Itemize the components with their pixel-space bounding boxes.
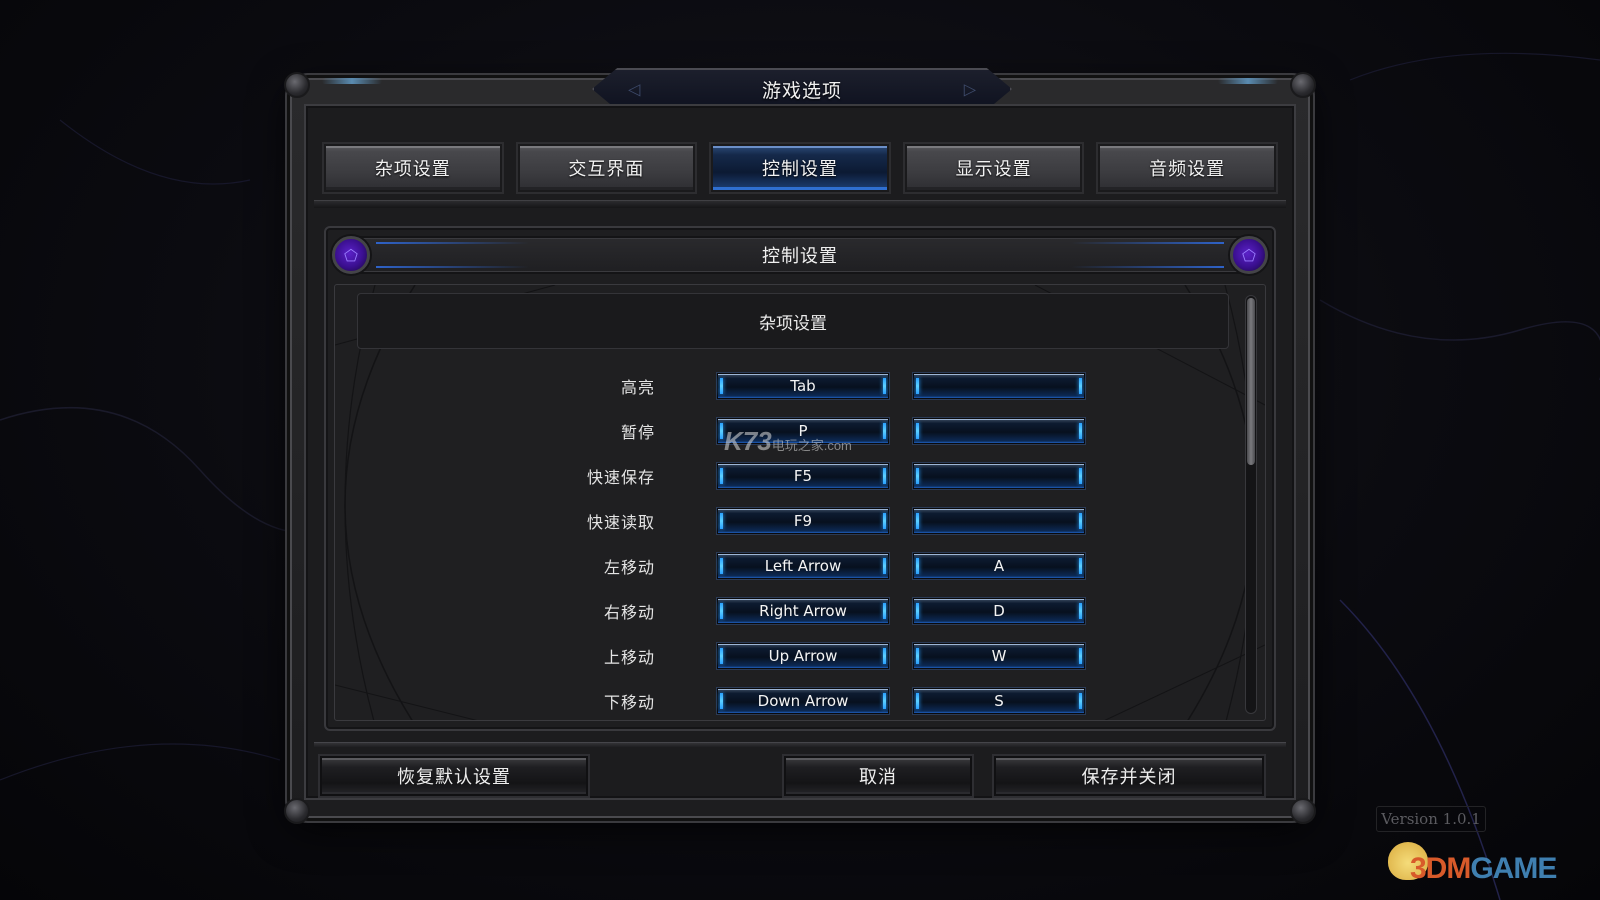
reset-defaults-button[interactable]: 恢复默认设置 (320, 756, 588, 796)
binding-row: 快速读取 F9 (335, 498, 1229, 543)
divider (314, 200, 1286, 208)
action-label: 下移动 (603, 692, 655, 712)
frame-corner-ornament (284, 798, 310, 824)
action-label: 快速读取 (586, 512, 655, 532)
options-dialog: ◁ 游戏选项 ▷ 杂项设置 交互界面 控制设置 显示设置 音频设置 ⬠ 控制设置… (284, 68, 1316, 824)
pentagon-orb-icon: ⬠ (1230, 236, 1268, 274)
secondary-key-button[interactable] (913, 372, 1085, 399)
action-label: 上移动 (603, 647, 655, 667)
3dm-text: 3DM (1410, 852, 1471, 885)
dialog-body: 杂项设置 交互界面 控制设置 显示设置 音频设置 ⬠ 控制设置 ⬠ 杂项设置 高… (304, 104, 1296, 800)
version-label: Version 1.0.1 (1376, 806, 1486, 832)
tab-display[interactable]: 显示设置 (904, 144, 1083, 192)
frame-accent (1218, 78, 1278, 84)
cancel-button[interactable]: 取消 (784, 756, 972, 796)
tab-misc[interactable]: 杂项设置 (324, 144, 502, 192)
group-header: 杂项设置 (357, 293, 1229, 349)
chevron-left-icon: ◁ (628, 79, 641, 99)
primary-key-button[interactable]: Right Arrow (717, 597, 889, 624)
3dm-watermark: 3DMGAME (1410, 852, 1557, 886)
secondary-key-button[interactable]: W (913, 642, 1085, 669)
frame-corner-ornament (1290, 72, 1316, 98)
binding-row: 左移动 Left Arrow A (335, 543, 1229, 588)
scroll-thumb[interactable] (1247, 298, 1255, 465)
save-and-close-button[interactable]: 保存并关闭 (994, 756, 1264, 796)
binding-row: 快速保存 F5 (335, 453, 1229, 498)
binding-row: 下移动 Down Arrow S (335, 678, 1229, 720)
primary-key-button[interactable]: Tab (717, 372, 889, 399)
scrollbar[interactable] (1245, 295, 1257, 714)
chevron-right-icon: ▷ (963, 79, 976, 99)
primary-key-button[interactable]: P (717, 417, 889, 444)
action-label: 左移动 (603, 557, 655, 577)
secondary-key-button[interactable]: D (913, 597, 1085, 624)
pentagon-orb-icon: ⬠ (332, 236, 370, 274)
frame-corner-ornament (284, 72, 310, 98)
secondary-key-button[interactable] (913, 507, 1085, 534)
primary-key-button[interactable]: Down Arrow (717, 687, 889, 714)
binding-row: 暂停 P (335, 408, 1229, 453)
game-text: GAME (1470, 852, 1557, 885)
controls-panel: ⬠ 控制设置 ⬠ 杂项设置 高亮 Tab 暂停 P 快速保存 F5 快速读取 F… (324, 226, 1276, 731)
primary-key-button[interactable]: Up Arrow (717, 642, 889, 669)
secondary-key-button[interactable]: S (913, 687, 1085, 714)
secondary-key-button[interactable]: A (913, 552, 1085, 579)
divider (314, 742, 1286, 748)
primary-key-button[interactable]: Left Arrow (717, 552, 889, 579)
primary-key-button[interactable]: F5 (717, 462, 889, 489)
tab-controls[interactable]: 控制设置 (711, 144, 889, 192)
secondary-key-button[interactable] (913, 417, 1085, 444)
binding-row: 上移动 Up Arrow W (335, 633, 1229, 678)
frame-accent (322, 78, 382, 84)
section-header: ⬠ 控制设置 ⬠ (332, 236, 1268, 274)
action-label: 右移动 (603, 602, 655, 622)
tab-audio[interactable]: 音频设置 (1098, 144, 1276, 192)
tab-interface[interactable]: 交互界面 (517, 144, 696, 192)
frame-corner-ornament (1290, 798, 1316, 824)
binding-row: 高亮 Tab (335, 363, 1229, 408)
dialog-title: 游戏选项 (761, 79, 842, 102)
tab-bar: 杂项设置 交互界面 控制设置 显示设置 音频设置 (324, 144, 1276, 194)
action-label: 暂停 (620, 422, 655, 442)
action-label: 高亮 (620, 377, 655, 397)
action-label: 快速保存 (586, 467, 655, 487)
bindings-list: 杂项设置 高亮 Tab 暂停 P 快速保存 F5 快速读取 F9 左移动 Lef… (334, 284, 1266, 721)
primary-key-button[interactable]: F9 (717, 507, 889, 534)
binding-row: 右移动 Right Arrow D (335, 588, 1229, 633)
secondary-key-button[interactable] (913, 462, 1085, 489)
section-title: 控制设置 (762, 246, 838, 267)
binding-rows: 高亮 Tab 暂停 P 快速保存 F5 快速读取 F9 左移动 Left Arr… (335, 363, 1229, 720)
